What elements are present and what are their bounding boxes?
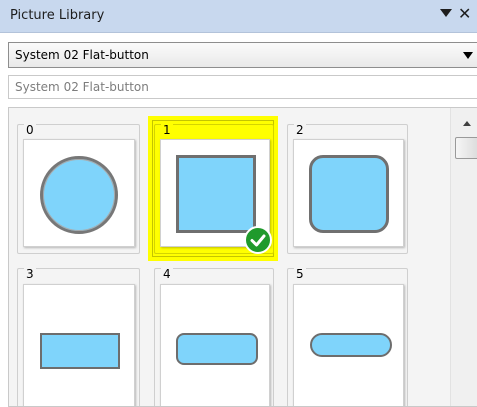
panel-title: Picture Library — [10, 8, 105, 23]
pill-shape — [310, 333, 392, 357]
rectangle-shape — [40, 333, 120, 369]
gallery-item-5[interactable]: 5 — [287, 267, 408, 406]
gallery-item-label: 4 — [161, 267, 173, 281]
panel-header: Picture Library ✕ — [0, 0, 477, 33]
gallery-item-label: 0 — [24, 123, 36, 137]
thumbnail — [23, 284, 135, 406]
picture-name-value: System 02 Flat-button — [15, 80, 149, 94]
gallery-item-2[interactable]: 2 — [287, 123, 408, 254]
panel-menu-arrow-icon[interactable] — [440, 9, 452, 17]
gallery-item-1[interactable]: 1 — [154, 123, 274, 254]
rounded-square-shape — [309, 155, 389, 233]
gallery-item-0[interactable]: 0 — [17, 123, 140, 254]
library-dropdown[interactable]: System 02 Flat-button — [8, 42, 477, 68]
gallery-item-label: 1 — [161, 123, 173, 137]
dropdown-arrow-icon[interactable] — [463, 52, 473, 59]
gallery-item-3[interactable]: 3 — [17, 267, 140, 406]
gallery-item-label: 3 — [24, 267, 36, 281]
circle-shape — [40, 156, 118, 234]
square-shape — [176, 155, 256, 233]
gallery-scrollbar[interactable] — [450, 108, 477, 406]
library-dropdown-value: System 02 Flat-button — [15, 48, 149, 62]
gallery-item-label: 2 — [294, 123, 306, 137]
rounded-rectangle-shape — [176, 333, 258, 365]
thumbnail — [23, 139, 135, 247]
thumbnail — [293, 139, 404, 247]
thumbnail — [160, 284, 270, 406]
gallery-item-4[interactable]: 4 — [154, 267, 274, 406]
picture-gallery: 0 1 2 3 4 5 — [8, 107, 477, 407]
gallery-item-label: 5 — [294, 267, 306, 281]
picture-name-field[interactable]: System 02 Flat-button — [8, 75, 477, 99]
scrollbar-thumb[interactable] — [455, 137, 477, 159]
thumbnail — [293, 284, 404, 406]
close-icon[interactable]: ✕ — [458, 4, 471, 23]
scroll-up-arrow-icon[interactable] — [463, 121, 471, 126]
selected-checkmark-icon — [244, 226, 272, 254]
